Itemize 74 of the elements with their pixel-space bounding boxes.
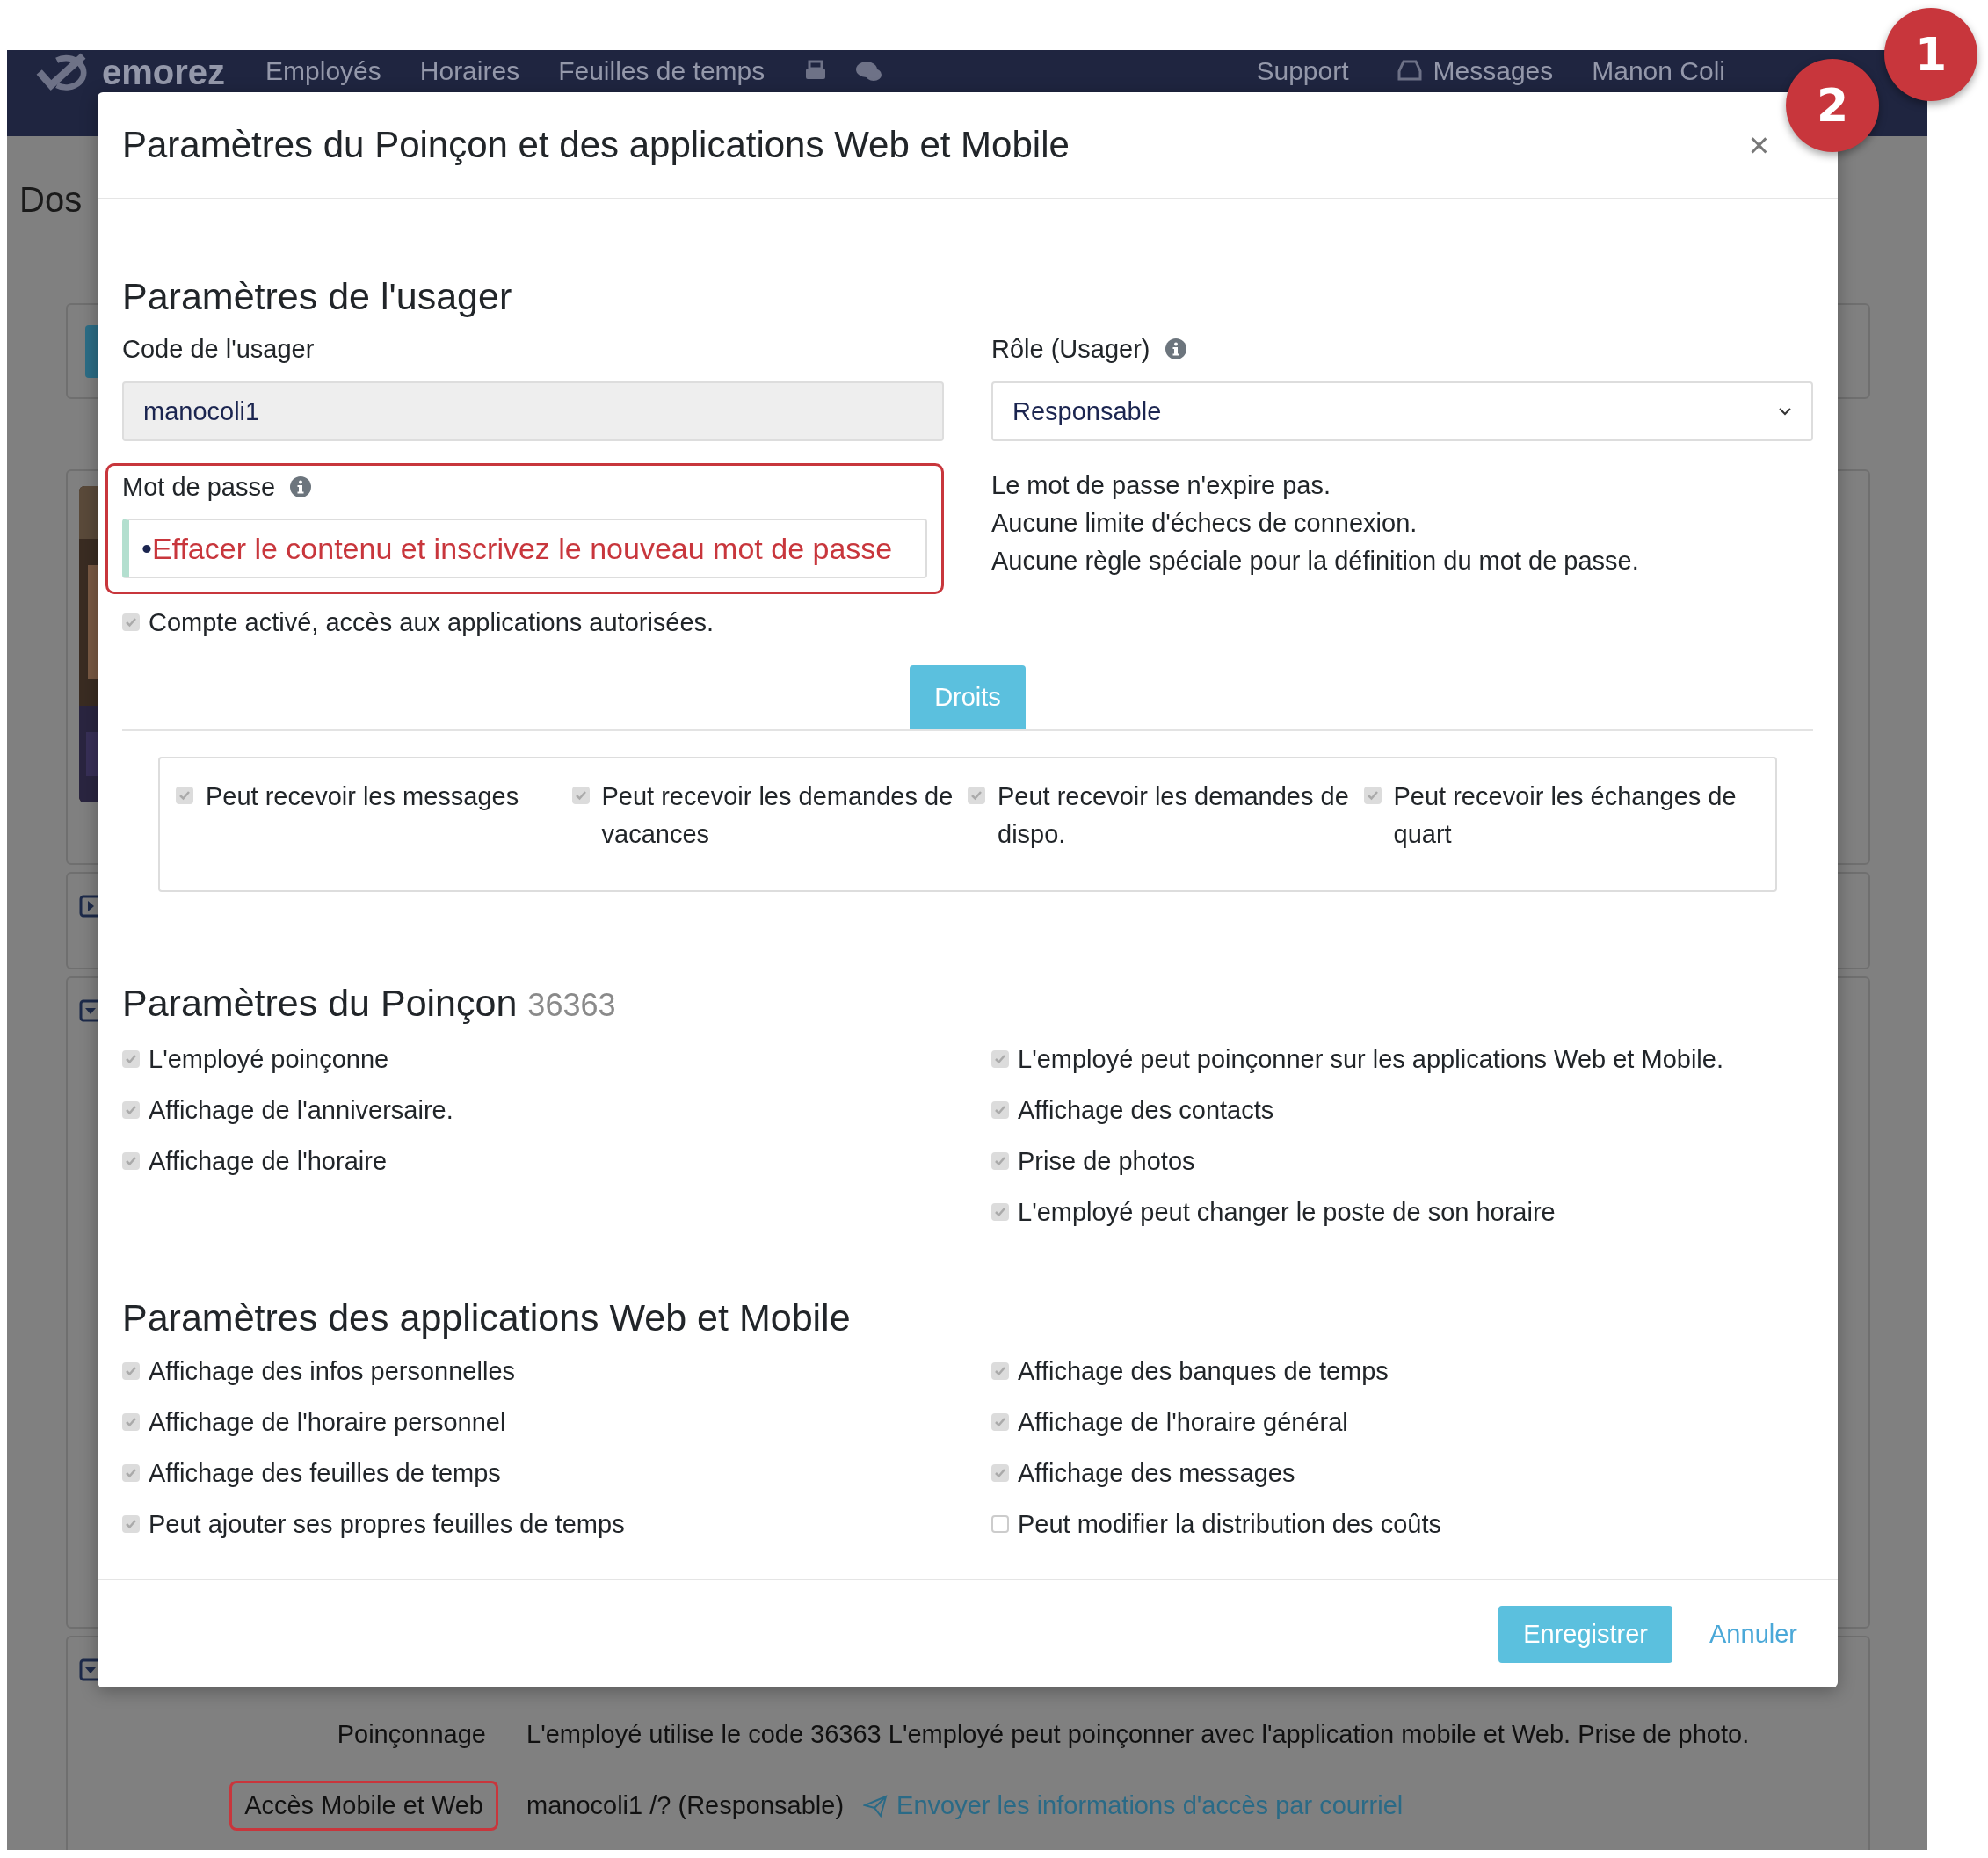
inbox-icon[interactable] [1396, 59, 1423, 82]
checkbox[interactable] [571, 787, 590, 804]
close-button[interactable]: × [1745, 130, 1773, 160]
user-code-field[interactable]: manocoli1 [122, 381, 944, 441]
checkbox[interactable] [122, 1515, 140, 1533]
annotation-badge: 1 [1884, 8, 1977, 101]
field-value: manocoli1 /? (Responsable) [526, 1791, 845, 1820]
checkbox[interactable] [122, 1413, 140, 1431]
page-heading: Dos [19, 180, 83, 220]
checkbox-label[interactable]: Peut modifier la distribution des coûts [991, 1499, 1813, 1550]
checkbox[interactable] [1363, 787, 1382, 804]
checkbox-label[interactable]: Peut recevoir les demandes de vacances [571, 778, 968, 871]
checkbox[interactable] [991, 1362, 1009, 1380]
checkbox-label[interactable]: Affichage de l'horaire [122, 1136, 944, 1187]
info-icon [1164, 337, 1187, 360]
user-menu[interactable]: Manon Coli [1592, 50, 1725, 87]
section-heading: Paramètres de l'usager [122, 274, 512, 318]
checkbox-label[interactable]: Peut recevoir les échanges de quart [1363, 778, 1759, 871]
section-heading: Paramètres du Poinçon [122, 981, 518, 1025]
checkbox-label[interactable]: Affichage des infos personnelles [122, 1346, 944, 1397]
nav-link[interactable]: Horaires [419, 50, 520, 87]
chevron-icon [1778, 406, 1792, 417]
punch-code: 36363 [527, 986, 616, 1025]
dialog-title: Paramètres du Poinçon et des applications Web et Mobile [122, 124, 1070, 166]
checkbox-label[interactable]: Prise de photos [991, 1136, 1813, 1187]
checkbox[interactable] [968, 787, 985, 804]
checkbox-label[interactable]: Peut recevoir les messages [176, 778, 572, 871]
field-label: Rôle (Usager) [991, 334, 1150, 365]
checkbox-label[interactable]: Peut ajouter ses propres feuilles de temps [122, 1499, 944, 1550]
info-text: Aucune limite d'échecs de connexion. [991, 508, 1418, 539]
password-field[interactable]: •Effacer le contenu et inscrivez le nouveau mot de passe [122, 519, 927, 578]
checkbox[interactable] [991, 1464, 1009, 1482]
nav-link[interactable]: Feuilles de temps [558, 50, 765, 87]
checkbox-label[interactable]: Peut recevoir les demandes de dispo. [968, 778, 1364, 871]
field-label: Code de l'usager [122, 334, 315, 365]
checkbox-label[interactable]: L'employé peut changer le poste de son horaire [991, 1187, 1813, 1237]
checkbox-label[interactable]: Affichage des messages [991, 1448, 1813, 1499]
checkbox-label[interactable]: L'employé poinçonne [122, 1034, 944, 1085]
nav-link[interactable]: Employés [265, 50, 381, 87]
logo-text[interactable]: emorez [102, 52, 226, 92]
field-value: L'employé utilise le code 36363 L'employé peut poinçonner avec l'application mobile et Web. Prise de photo. [526, 1720, 1750, 1749]
checkbox[interactable] [122, 1101, 140, 1119]
checkbox-label[interactable]: Affichage des banques de temps [991, 1346, 1813, 1397]
checkbox[interactable] [991, 1515, 1009, 1533]
chat-icon[interactable] [854, 59, 883, 83]
info-icon [289, 475, 313, 498]
field-label: Accès Mobile et Web [229, 1781, 498, 1831]
nav-link[interactable]: Messages [1433, 50, 1554, 87]
send-icon [863, 1794, 889, 1818]
checkbox[interactable] [176, 787, 193, 804]
checkbox-label[interactable]: Affichage de l'horaire personnel [122, 1397, 944, 1448]
checkbox-label[interactable]: Affichage des feuilles de temps [122, 1448, 944, 1499]
field-label: Poinçonnage [336, 1719, 487, 1750]
checkbox[interactable] [991, 1101, 1009, 1119]
info-text: Aucune règle spéciale pour la définition du mot de passe. [991, 546, 1640, 577]
checkbox[interactable] [122, 1152, 140, 1170]
checkbox[interactable] [991, 1050, 1009, 1068]
nav-link[interactable]: Support [1256, 50, 1349, 87]
checkbox[interactable] [991, 1203, 1009, 1221]
section-heading: Paramètres des applications Web et Mobile [122, 1296, 851, 1339]
checkbox[interactable] [122, 613, 140, 631]
info-text: Le mot de passe n'expire pas. [991, 470, 1331, 501]
checkbox-label[interactable]: L'employé peut poinçonner sur les applications Web et Mobile. [991, 1034, 1813, 1085]
checkbox[interactable] [991, 1152, 1009, 1170]
checkbox[interactable] [122, 1362, 140, 1380]
field-label: Mot de passe [122, 472, 276, 503]
checkbox-label[interactable]: Affichage des contacts [991, 1085, 1813, 1136]
checkbox[interactable] [122, 1050, 140, 1068]
checkbox[interactable] [122, 1464, 140, 1482]
checkbox-label[interactable]: Compte activé, accès aux applications autorisées. [122, 597, 1813, 648]
checkbox[interactable] [991, 1413, 1009, 1431]
checkbox-label[interactable]: Affichage de l'anniversaire. [122, 1085, 944, 1136]
checkbox-label[interactable]: Affichage de l'horaire général [991, 1397, 1813, 1448]
role-dropdown[interactable]: Responsable [991, 381, 1813, 441]
